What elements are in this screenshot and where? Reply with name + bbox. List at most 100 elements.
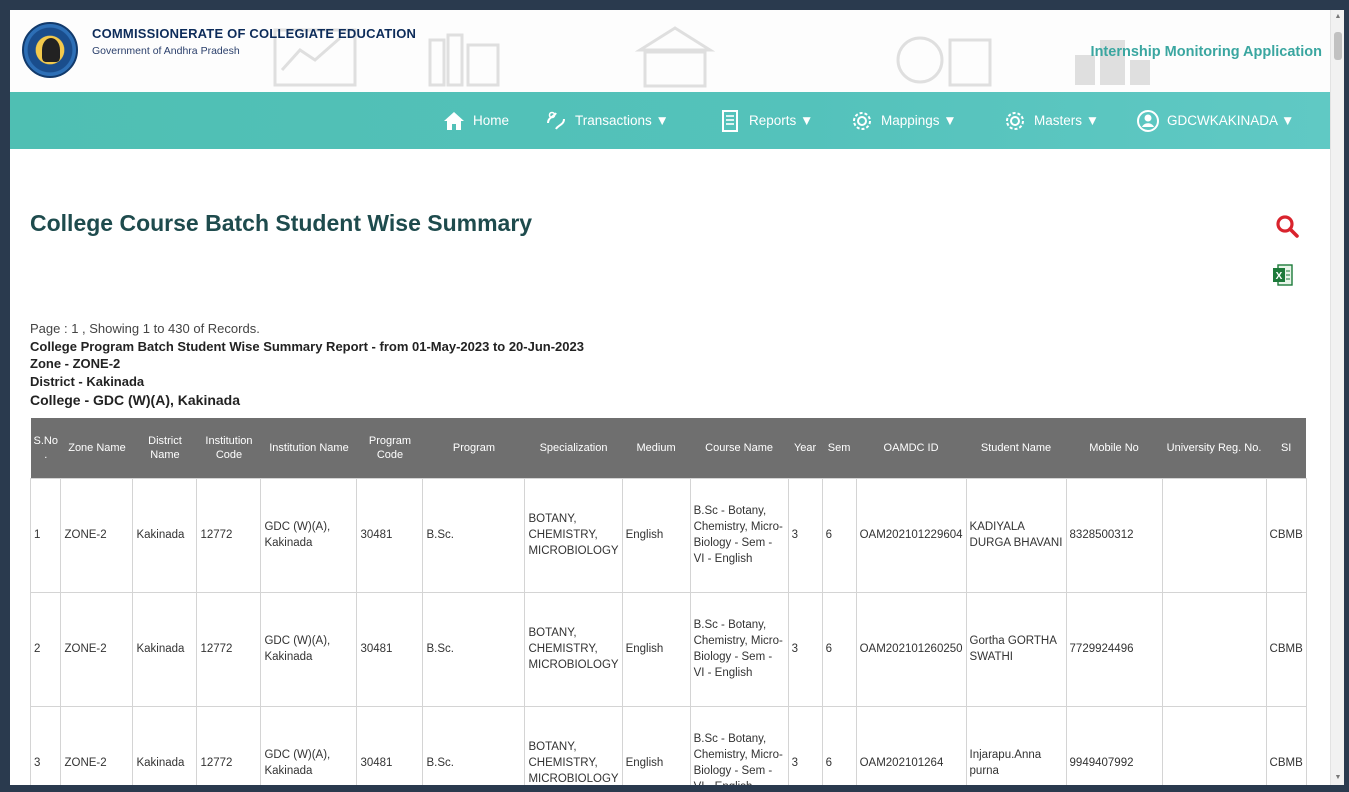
user-icon xyxy=(1136,109,1160,133)
table-cell: 30481 xyxy=(356,591,424,707)
nav-mappings-label: Mappings ▼ xyxy=(881,113,957,128)
table-cell: B.Sc - Botany, Chemistry, Micro-Biology … xyxy=(689,705,789,785)
table-cell: English xyxy=(621,705,691,785)
nav-reports[interactable]: Reports ▼ xyxy=(718,92,813,149)
org-title: COMMISSIONERATE OF COLLEGIATE EDUCATION xyxy=(92,26,417,41)
table-cell: 1 xyxy=(30,477,62,593)
column-header: Course Name xyxy=(690,418,789,478)
watermark-books-icon xyxy=(428,33,500,87)
table-cell: GDC (W)(A), Kakinada xyxy=(260,591,358,707)
scroll-up-arrow-icon[interactable]: ▲ xyxy=(1331,10,1345,24)
table-cell: OAM202101260250 xyxy=(855,591,967,707)
table-cell: CBMB xyxy=(1265,477,1307,593)
table-cell: 3 xyxy=(787,591,823,707)
summary-table: S.No . Zone Name District Name Institution … xyxy=(30,418,1307,785)
column-header: Institution Code xyxy=(196,418,261,478)
column-header: University Reg. No. xyxy=(1162,418,1267,478)
column-header: Medium xyxy=(622,418,691,478)
column-header: District Name xyxy=(132,418,197,478)
table-cell: 3 xyxy=(787,477,823,593)
table-cell: 3 xyxy=(787,705,823,785)
search-icon[interactable] xyxy=(1274,213,1300,239)
browser-viewport: COMMISSIONERATE OF COLLEGIATE EDUCATION … xyxy=(10,10,1330,785)
table-cell xyxy=(1161,705,1267,785)
table-cell: 30481 xyxy=(356,477,424,593)
nav-masters-label: Masters ▼ xyxy=(1034,113,1100,128)
table-cell: Kakinada xyxy=(132,705,198,785)
table-cell: 6 xyxy=(821,705,857,785)
table-cell: Kakinada xyxy=(132,477,198,593)
table-cell: B.Sc. xyxy=(422,705,526,785)
table-cell: B.Sc. xyxy=(422,477,526,593)
column-header: Student Name xyxy=(966,418,1067,478)
report-title: College Program Batch Student Wise Summa… xyxy=(30,339,584,354)
table-cell: GDC (W)(A), Kakinada xyxy=(260,705,358,785)
table-cell: OAM202101229604 xyxy=(855,477,967,593)
table-cell: CBMB xyxy=(1265,705,1307,785)
nav-transactions[interactable]: Transactions ▼ xyxy=(544,92,669,149)
college-education-logo[interactable] xyxy=(22,22,78,78)
table-header-row: S.No . Zone Name District Name Institution … xyxy=(30,418,1307,478)
table-cell: 3 xyxy=(30,705,62,785)
scroll-down-arrow-icon[interactable]: ▼ xyxy=(1331,771,1345,785)
table-cell: ZONE-2 xyxy=(60,705,134,785)
zone-label: Zone - ZONE-2 xyxy=(30,356,121,371)
column-header: Year xyxy=(788,418,823,478)
column-header: Mobile No xyxy=(1066,418,1163,478)
table-cell: ZONE-2 xyxy=(60,591,134,707)
table-cell: BOTANY, CHEMISTRY, MICROBIOLOGY xyxy=(524,591,623,707)
table-cell: B.Sc - Botany, Chemistry, Micro-Biology … xyxy=(689,477,789,593)
table-cell: Injarapu.Anna purna xyxy=(965,705,1067,785)
table-cell: 2 xyxy=(30,591,62,707)
app-title: Internship Monitoring Application xyxy=(1090,44,1322,60)
table-cell: ZONE-2 xyxy=(60,477,134,593)
column-header: S.No . xyxy=(30,418,61,478)
table-cell xyxy=(1161,591,1267,707)
column-header: SI xyxy=(1266,418,1307,478)
table-cell xyxy=(1161,477,1267,593)
nav-mappings[interactable]: Mappings ▼ xyxy=(850,92,957,149)
table-cell: 7729924496 xyxy=(1065,591,1163,707)
table-cell: GDC (W)(A), Kakinada xyxy=(260,477,358,593)
table-cell: 12772 xyxy=(196,477,262,593)
table-row: 1 ZONE-2 Kakinada 12772 GDC (W)(A), Kakinada… xyxy=(30,477,1307,593)
table-cell: B.Sc - Botany, Chemistry, Micro-Biology … xyxy=(689,591,789,707)
watermark-building-icon xyxy=(634,26,716,88)
table-row: 2 ZONE-2 Kakinada 12772 GDC (W)(A), Kakinada… xyxy=(30,591,1307,707)
records-info: Page : 1 , Showing 1 to 430 of Records. xyxy=(30,321,260,336)
column-header: Program xyxy=(422,418,525,478)
column-header: Specialization xyxy=(524,418,623,478)
home-icon xyxy=(442,109,466,133)
gear-icon xyxy=(850,109,874,133)
table-cell: Kakinada xyxy=(132,591,198,707)
main-nav: Home Transactions ▼ Reports ▼ Mappings ▼… xyxy=(10,92,1330,149)
nav-user[interactable]: GDCWKAKINADA ▼ xyxy=(1136,92,1294,149)
nav-home[interactable]: Home xyxy=(442,92,509,149)
scrollbar-thumb[interactable] xyxy=(1334,32,1342,60)
column-header: Program Code xyxy=(356,418,423,478)
table-cell: 9949407992 xyxy=(1065,705,1163,785)
table-cell: BOTANY, CHEMISTRY, MICROBIOLOGY xyxy=(524,705,623,785)
nav-masters[interactable]: Masters ▼ xyxy=(1003,92,1099,149)
brand-header: COMMISSIONERATE OF COLLEGIATE EDUCATION … xyxy=(10,10,1330,92)
table-cell: KADIYALA DURGA BHAVANI xyxy=(965,477,1067,593)
nav-transactions-label: Transactions ▼ xyxy=(575,113,669,128)
page-title: College Course Batch Student Wise Summar… xyxy=(30,210,533,236)
summary-table-container[interactable]: S.No . Zone Name District Name Institution … xyxy=(30,418,1330,785)
nav-reports-label: Reports ▼ xyxy=(749,113,814,128)
vertical-scrollbar[interactable]: ▲ ▼ xyxy=(1330,10,1344,785)
table-cell: 12772 xyxy=(196,705,262,785)
table-cell: CBMB xyxy=(1265,591,1307,707)
college-label: College - GDC (W)(A), Kakinada xyxy=(30,392,241,408)
district-label: District - Kakinada xyxy=(30,374,145,389)
nav-user-label: GDCWKAKINADA ▼ xyxy=(1167,113,1295,128)
nav-home-label: Home xyxy=(473,113,510,128)
excel-export-icon[interactable]: X xyxy=(1272,263,1294,287)
table-cell: BOTANY, CHEMISTRY, MICROBIOLOGY xyxy=(524,477,623,593)
table-cell: English xyxy=(621,477,691,593)
org-subtitle: Government of Andhra Pradesh xyxy=(92,45,240,57)
column-header: OAMDC ID xyxy=(856,418,967,478)
table-cell: OAM202101264 xyxy=(855,705,967,785)
table-cell: 6 xyxy=(821,477,857,593)
transactions-icon xyxy=(544,109,568,133)
